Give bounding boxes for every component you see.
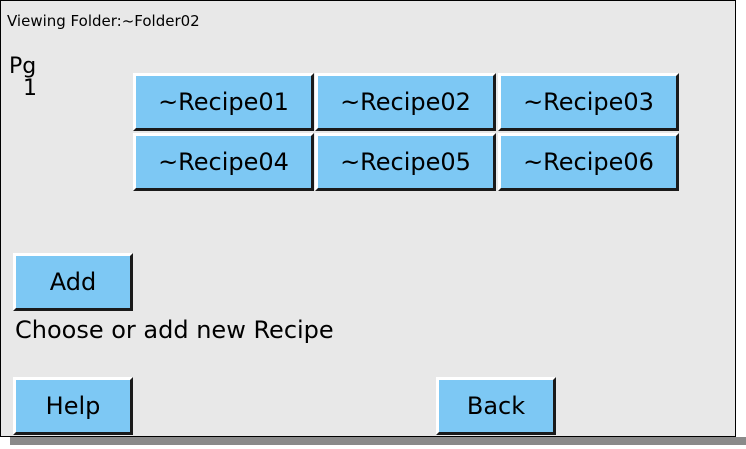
screen-shadow (10, 437, 746, 445)
recipe-button-01[interactable]: ~Recipe01 (133, 73, 314, 131)
recipe-button-06[interactable]: ~Recipe06 (498, 133, 679, 191)
page-number: 1 (23, 76, 37, 101)
recipe-button-03[interactable]: ~Recipe03 (498, 73, 679, 131)
back-button[interactable]: Back (436, 377, 556, 435)
recipe-button-04[interactable]: ~Recipe04 (133, 133, 314, 191)
recipe-button-05[interactable]: ~Recipe05 (315, 133, 496, 191)
help-button[interactable]: Help (13, 377, 133, 435)
recipe-folder-screen: Viewing Folder:~Folder02 Pg 1 ~Recipe01 … (0, 0, 736, 437)
status-message: Choose or add new Recipe (15, 316, 334, 344)
add-button[interactable]: Add (13, 253, 133, 311)
recipe-button-02[interactable]: ~Recipe02 (315, 73, 496, 131)
folder-title: Viewing Folder:~Folder02 (7, 12, 200, 30)
